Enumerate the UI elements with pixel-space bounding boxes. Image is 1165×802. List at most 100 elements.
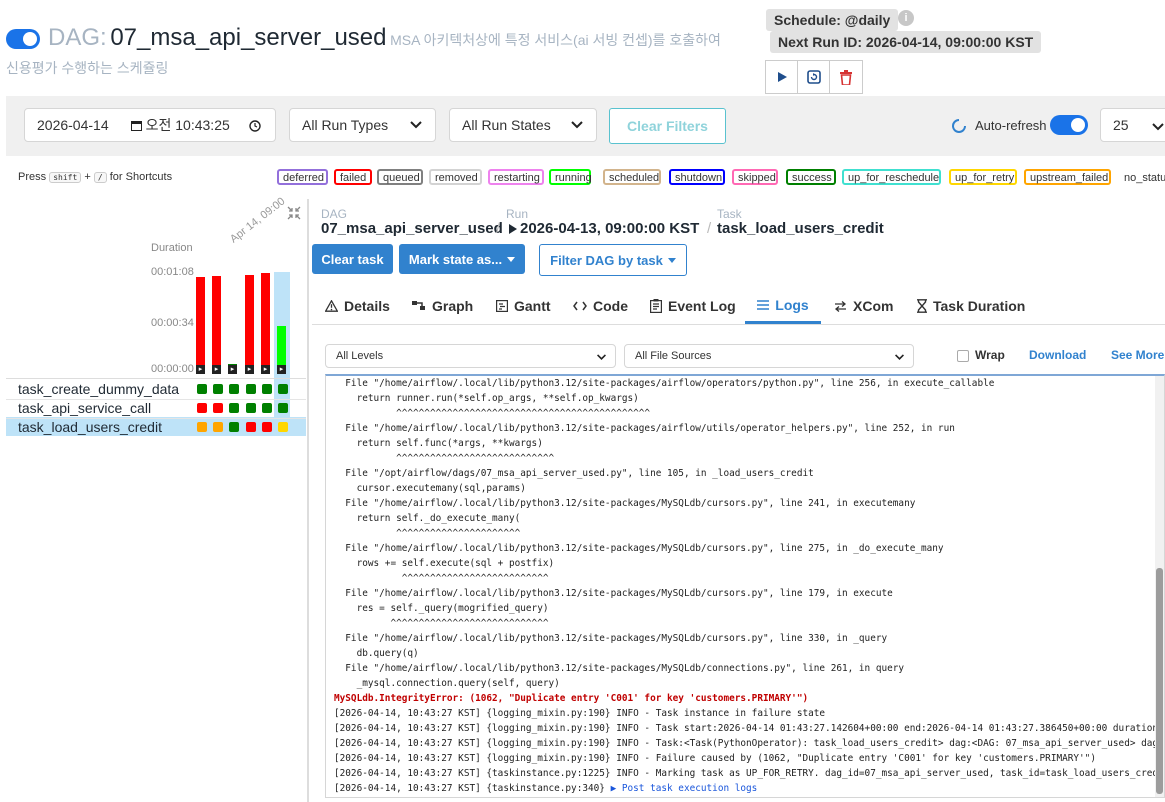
filter-dag-by-task-button[interactable]: Filter DAG by task xyxy=(539,244,687,276)
calendar-icon[interactable] xyxy=(130,120,142,131)
task-instance-cell[interactable] xyxy=(197,403,207,413)
task-instance-cell[interactable] xyxy=(213,384,223,394)
task-instance-cell[interactable] xyxy=(229,384,239,394)
legend-removed[interactable]: removed xyxy=(429,169,482,185)
collapse-icon[interactable] xyxy=(286,205,302,221)
legend-shutdown[interactable]: shutdown xyxy=(669,169,725,185)
trigger-dag-button[interactable] xyxy=(765,60,799,94)
task-instance-cell[interactable] xyxy=(278,422,288,432)
log-viewer[interactable]: File "/home/airflow/.local/lib/python3.1… xyxy=(325,374,1165,798)
caret-down-icon xyxy=(507,256,516,262)
post-execution-logs-link[interactable]: ▶ Post task execution logs xyxy=(611,783,758,794)
legend-up-for-reschedule[interactable]: up_for_reschedule xyxy=(842,169,941,185)
task-instance-cell[interactable] xyxy=(278,384,288,394)
task-instance-cell[interactable] xyxy=(262,403,272,413)
log-source-select[interactable]: All File Sources xyxy=(624,344,914,368)
run-states-select[interactable]: All Run States xyxy=(449,108,597,142)
log-line: ^^^^^^^^^^^^^^^^^^^^^^ xyxy=(334,528,521,539)
log-line: File "/home/airflow/.local/lib/python3.1… xyxy=(334,633,888,644)
task-instance-cell[interactable] xyxy=(197,384,207,394)
run-types-select[interactable]: All Run Types xyxy=(289,108,436,142)
tab-code[interactable]: Code xyxy=(573,288,628,324)
breadcrumb-run[interactable]: 2026-04-13, 09:00:00 KST xyxy=(520,220,699,237)
task-instance-cell[interactable] xyxy=(229,403,239,413)
tab-graph[interactable]: Graph xyxy=(412,288,473,324)
tab-details[interactable]: Details xyxy=(325,288,390,324)
task-instance-cell[interactable] xyxy=(246,384,256,394)
info-icon[interactable]: i xyxy=(898,10,914,26)
task-row[interactable]: task_load_users_credit xyxy=(6,418,306,437)
spinner-icon xyxy=(952,119,966,133)
clear-task-button[interactable]: Clear task xyxy=(312,244,393,274)
log-line: return self._do_execute_many( xyxy=(334,513,521,524)
run-duration-bar[interactable]: ▸ xyxy=(245,275,254,374)
run-type-marker: ▸ xyxy=(228,365,237,374)
tab-event-log[interactable]: Event Log xyxy=(650,288,736,324)
chevron-down-icon xyxy=(597,354,606,360)
run-duration-bar[interactable]: ▸ xyxy=(212,276,221,374)
clear-filters-button[interactable]: Clear Filters xyxy=(609,108,726,144)
log-scrollbar[interactable] xyxy=(1155,376,1164,797)
task-row[interactable]: task_create_dummy_data xyxy=(6,380,306,400)
clock-icon[interactable] xyxy=(249,120,261,132)
dag-pause-toggle[interactable] xyxy=(6,29,40,49)
breadcrumb-dag[interactable]: 07_msa_api_server_used xyxy=(321,220,503,237)
wrap-checkbox[interactable] xyxy=(957,350,969,362)
log-scrollbar-thumb[interactable] xyxy=(1156,568,1163,794)
task-name[interactable]: task_load_users_credit xyxy=(18,419,162,435)
legend-success[interactable]: success xyxy=(786,169,836,185)
dag-description: MSA 아키텍처상에 특정 서비스(ai 서빙 컨셉)를 호출하여 xyxy=(390,32,721,48)
legend-scheduled[interactable]: scheduled xyxy=(603,169,661,185)
legend-queued[interactable]: queued xyxy=(377,169,423,185)
task-name[interactable]: task_api_service_call xyxy=(18,400,151,416)
legend-skipped[interactable]: skipped xyxy=(732,169,778,185)
mark-state-button[interactable]: Mark state as... xyxy=(399,244,525,274)
run-duration-bar[interactable]: ▸ xyxy=(196,277,205,374)
y-tick-min: 00:00:00 xyxy=(151,363,194,375)
legend-restarting[interactable]: restarting xyxy=(488,169,544,185)
task-row[interactable]: task_api_service_call xyxy=(6,399,306,419)
base-date-input[interactable]: 2026-04-14 오전 10:43:25 xyxy=(24,108,276,142)
legend-running[interactable]: running xyxy=(549,169,592,185)
see-more-link[interactable]: See More xyxy=(1111,348,1164,362)
task-instance-cell[interactable] xyxy=(246,422,256,432)
tab-task-duration[interactable]: Task Duration xyxy=(917,288,1025,324)
task-instance-cell[interactable] xyxy=(197,422,207,432)
log-line: File "/opt/airflow/dags/07_msa_api_serve… xyxy=(334,468,814,479)
tab-gantt[interactable]: Gantt xyxy=(496,288,551,324)
task-instance-cell[interactable] xyxy=(246,403,256,413)
run-type-marker: ▸ xyxy=(212,365,221,374)
legend-upstream-failed[interactable]: upstream_failed xyxy=(1024,169,1111,185)
delete-dag-button[interactable] xyxy=(829,60,863,94)
run-duration-bar[interactable]: ▸ xyxy=(261,273,270,374)
task-instance-cell[interactable] xyxy=(262,422,272,432)
download-link[interactable]: Download xyxy=(1029,348,1086,362)
legend-failed[interactable]: failed xyxy=(334,169,372,185)
tab-logs[interactable]: Logs xyxy=(745,288,821,324)
run-duration-bar[interactable]: ▸ xyxy=(228,364,237,374)
task-name[interactable]: task_create_dummy_data xyxy=(18,381,179,397)
num-runs-select[interactable]: 25 xyxy=(1100,108,1165,142)
auto-refresh-toggle[interactable] xyxy=(1050,115,1088,135)
log-line: return runner.run(*self.op_args, **self.… xyxy=(334,393,639,404)
task-instance-cell[interactable] xyxy=(278,403,288,413)
legend-deferred[interactable]: deferred xyxy=(277,169,328,185)
chevron-down-icon xyxy=(895,354,904,360)
log-line: ^^^^^^^^^^^^^^^^^^^^^^^^^^^^ xyxy=(334,453,555,464)
warning-icon xyxy=(325,300,338,312)
graph-icon xyxy=(412,301,425,310)
task-instance-cell[interactable] xyxy=(262,384,272,394)
run-duration-bar[interactable]: ▸ xyxy=(277,326,286,374)
task-instance-cell[interactable] xyxy=(229,422,239,432)
task-instance-cell[interactable] xyxy=(213,403,223,413)
dag-title-prefix: DAG: xyxy=(48,24,107,51)
task-instance-cell[interactable] xyxy=(213,422,223,432)
log-lines: File "/home/airflow/.local/lib/python3.1… xyxy=(326,376,1164,796)
legend-no-status[interactable]: no_status xyxy=(1118,169,1165,185)
log-level-select[interactable]: All Levels xyxy=(325,344,616,368)
gantt-icon xyxy=(496,300,508,312)
breadcrumb-task[interactable]: task_load_users_credit xyxy=(717,220,884,237)
reparse-dag-button[interactable] xyxy=(797,60,831,94)
tab-xcom[interactable]: XCom xyxy=(834,288,893,324)
legend-up-for-retry[interactable]: up_for_retry xyxy=(949,169,1017,185)
